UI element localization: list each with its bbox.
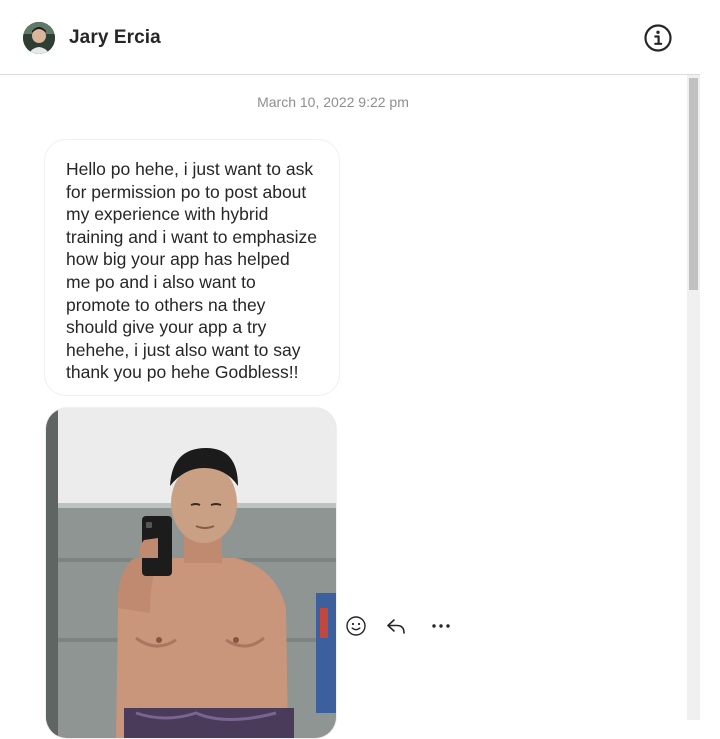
message-bubble[interactable]: Hello po hehe, i just want to ask for pe… xyxy=(44,139,340,396)
chat-header: Jary Ercia xyxy=(0,0,700,75)
more-button[interactable] xyxy=(428,613,454,639)
mirror-selfie-photo xyxy=(46,408,336,738)
smiley-icon xyxy=(346,616,366,636)
info-button[interactable] xyxy=(642,22,674,54)
avatar-image xyxy=(23,22,55,54)
scrollbar-thumb[interactable] xyxy=(689,78,698,290)
more-dots-icon xyxy=(432,624,450,628)
reply-button[interactable] xyxy=(384,613,410,639)
contact-avatar[interactable] xyxy=(23,22,55,54)
react-button[interactable] xyxy=(344,613,370,639)
message-photo[interactable] xyxy=(45,407,337,739)
contact-name[interactable]: Jary Ercia xyxy=(69,27,161,49)
info-circle-icon xyxy=(644,24,672,52)
scrollbar[interactable] xyxy=(687,75,700,720)
message-timestamp: March 10, 2022 9:22 pm xyxy=(257,94,409,110)
reply-arrow-icon xyxy=(387,619,405,634)
